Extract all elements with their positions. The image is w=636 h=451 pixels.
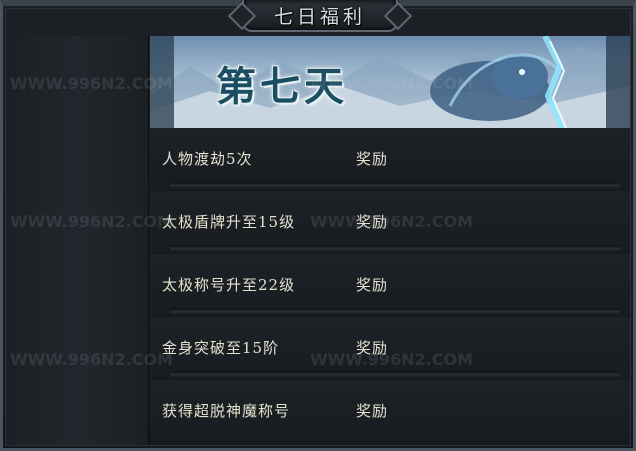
row-divider — [170, 308, 620, 314]
reward-button[interactable]: 奖励 — [356, 400, 388, 421]
banner-day-title: 第七天 — [216, 63, 348, 110]
row-divider — [170, 245, 620, 251]
task-row: 太极盾牌升至15级 奖励 — [150, 191, 630, 253]
title-plate: 七日福利 — [242, 0, 398, 32]
task-name: 金身突破至15阶 — [162, 339, 280, 357]
day-sidebar — [6, 36, 149, 445]
task-list: 人物渡劫5次 奖励 太极盾牌升至15级 奖励 太极称号升至22级 奖励 金身突破… — [150, 128, 630, 445]
task-name: 太极盾牌升至15级 — [162, 213, 296, 231]
task-row: 获得超脱神魔称号 奖励 — [150, 380, 630, 442]
task-name: 太极称号升至22级 — [162, 276, 296, 294]
task-name: 人物渡劫5次 — [162, 150, 253, 168]
reward-button[interactable]: 奖励 — [356, 274, 388, 295]
row-divider — [170, 182, 620, 188]
task-name: 获得超脱神魔称号 — [162, 402, 291, 420]
reward-button[interactable]: 奖励 — [356, 211, 388, 232]
day-banner: 第七天 — [150, 36, 630, 128]
reward-button[interactable]: 奖励 — [356, 148, 388, 169]
task-row: 金身突破至15阶 奖励 — [150, 317, 630, 379]
window-title: 七日福利 — [273, 5, 366, 28]
row-divider — [170, 371, 620, 377]
reward-button[interactable]: 奖励 — [356, 337, 388, 358]
task-row: 人物渡劫5次 奖励 — [150, 128, 630, 190]
task-row: 太极称号升至22级 奖励 — [150, 254, 630, 316]
